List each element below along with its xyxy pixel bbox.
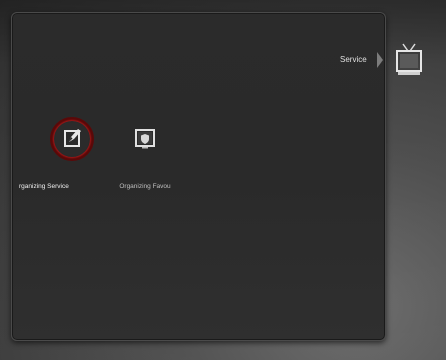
tv-screen: rganizing Service Organizing Favou Servi… (0, 0, 446, 360)
breadcrumb: Service (330, 40, 430, 80)
menu-item-organizing-service[interactable]: rganizing Service (19, 113, 112, 190)
favorite-shield-icon (135, 129, 155, 149)
menu-item-label: rganizing Service (19, 183, 69, 190)
selection-ring (50, 117, 94, 161)
chevron-right-icon (377, 52, 383, 68)
breadcrumb-label: Service (340, 55, 367, 64)
edit-document-icon (64, 129, 81, 147)
tv-icon (396, 43, 422, 75)
menu-item-organizing-favourites[interactable]: Organizing Favou (105, 113, 185, 190)
menu-item-label: Organizing Favou (119, 183, 171, 190)
